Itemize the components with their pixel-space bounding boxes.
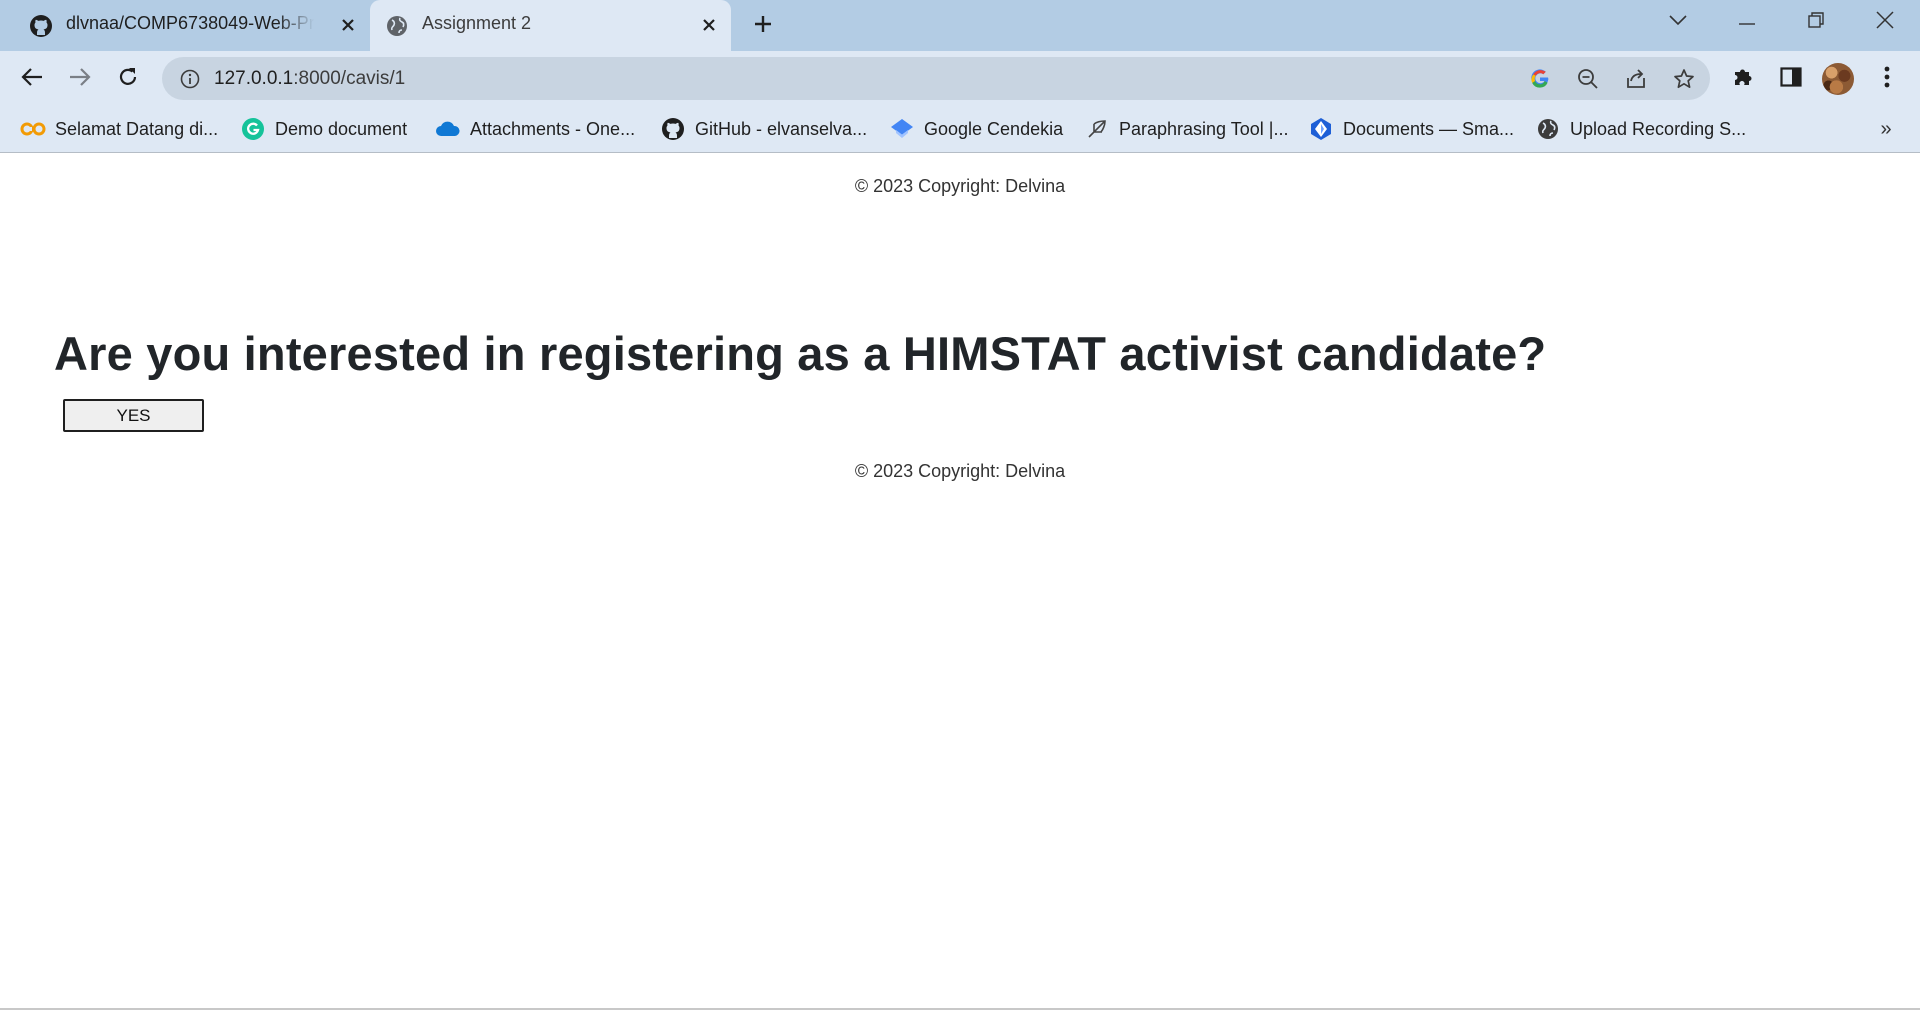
bookmark-item[interactable]: GitHub - elvanselva... (660, 114, 867, 144)
github-icon (660, 116, 686, 142)
bookmark-label: Google Cendekia (924, 118, 1064, 139)
google-scholar-icon (889, 116, 915, 142)
puzzle-icon (1731, 65, 1755, 94)
browser-menu-button[interactable] (1870, 62, 1904, 96)
bookmark-label: Upload Recording S... (1570, 118, 1747, 139)
more-bookmarks-button[interactable]: » (1874, 116, 1898, 142)
reload-icon (117, 66, 139, 93)
zoom-out-icon[interactable] (1575, 66, 1601, 92)
back-button[interactable] (15, 62, 49, 96)
page-question-heading: Are you interested in registering as a H… (54, 327, 1547, 380)
onedrive-cloud-icon (435, 116, 461, 142)
tab-title: Assignment 2 (422, 13, 532, 33)
tab-search-button[interactable] (1660, 8, 1696, 36)
minimize-icon (1739, 13, 1755, 31)
url-text[interactable]: 127.0.0.1:8000/cavis/1 (214, 68, 405, 90)
bookmark-label: Paraphrasing Tool |... (1119, 118, 1289, 139)
yes-button[interactable]: YES (63, 399, 204, 432)
share-icon[interactable] (1623, 66, 1649, 92)
bookmarks-bar: Selamat Datang di... Demo document Attac… (0, 106, 1920, 153)
tab-assignment-2[interactable]: Assignment 2 (370, 0, 731, 51)
info-icon[interactable] (178, 67, 202, 91)
close-icon[interactable] (697, 13, 721, 37)
smallpdf-icon (1308, 116, 1334, 142)
github-icon (28, 13, 54, 39)
bookmark-item[interactable]: Attachments - One... (435, 114, 635, 144)
co-logo-icon (20, 116, 46, 142)
bookmark-item[interactable]: Demo document (240, 114, 407, 144)
address-bar[interactable]: 127.0.0.1:8000/cavis/1 (162, 57, 1710, 100)
tab-title: dlvnaa/COMP6738049-Web-Programming (66, 13, 314, 33)
tab-strip: dlvnaa/COMP6738049-Web-Programming Assig… (0, 0, 1920, 51)
minimize-button[interactable] (1729, 8, 1765, 36)
bookmark-label: Demo document (275, 118, 408, 139)
bookmark-label: Attachments - One... (470, 118, 636, 139)
bookmark-label: Documents — Sma... (1343, 118, 1515, 139)
new-tab-button[interactable] (748, 11, 778, 41)
url-path: :8000/cavis/1 (293, 68, 406, 89)
globe-icon (384, 13, 410, 39)
close-icon (1876, 10, 1894, 34)
restore-icon (1808, 11, 1824, 33)
bookmark-item[interactable]: Google Cendekia (889, 114, 1063, 144)
close-icon[interactable] (336, 13, 360, 37)
arrow-left-icon (21, 67, 43, 92)
bookmark-item[interactable]: Selamat Datang di... (20, 114, 218, 144)
copyright-footer-top: © 2023 Copyright: Delvina (854, 176, 1066, 196)
bookmark-item[interactable]: Upload Recording S... (1535, 114, 1746, 144)
browser-toolbar: 127.0.0.1:8000/cavis/1 (0, 51, 1920, 106)
globe-icon (1535, 116, 1561, 142)
extensions-button[interactable] (1726, 62, 1760, 96)
url-host: 127.0.0.1 (214, 68, 294, 89)
grammarly-icon (240, 116, 266, 142)
side-panel-button[interactable] (1774, 62, 1808, 96)
close-window-button[interactable] (1867, 8, 1903, 36)
bookmark-item[interactable]: Documents — Sma... (1308, 114, 1514, 144)
profile-avatar[interactable] (1822, 63, 1854, 95)
bookmark-star-icon[interactable] (1671, 66, 1697, 92)
tab-github-repo[interactable]: dlvnaa/COMP6738049-Web-Programming (14, 0, 370, 51)
kebab-menu-icon (1884, 66, 1890, 93)
bookmark-label: GitHub - elvanselva... (695, 118, 868, 139)
bookmark-label: Selamat Datang di... (55, 118, 219, 139)
google-lens-icon[interactable] (1527, 66, 1553, 92)
page-content: © 2023 Copyright: Delvina Are you intere… (0, 154, 1920, 1010)
bookmark-item[interactable]: Paraphrasing Tool |... (1084, 114, 1288, 144)
forward-button[interactable] (63, 62, 97, 96)
copyright-footer-bottom: © 2023 Copyright: Delvina (854, 461, 1066, 481)
feather-icon (1084, 116, 1110, 142)
restore-button[interactable] (1798, 8, 1834, 36)
chevron-down-icon (1669, 13, 1687, 31)
arrow-right-icon (69, 67, 91, 92)
plus-icon (753, 14, 773, 39)
reload-button[interactable] (111, 62, 145, 96)
side-panel-icon (1780, 66, 1802, 92)
